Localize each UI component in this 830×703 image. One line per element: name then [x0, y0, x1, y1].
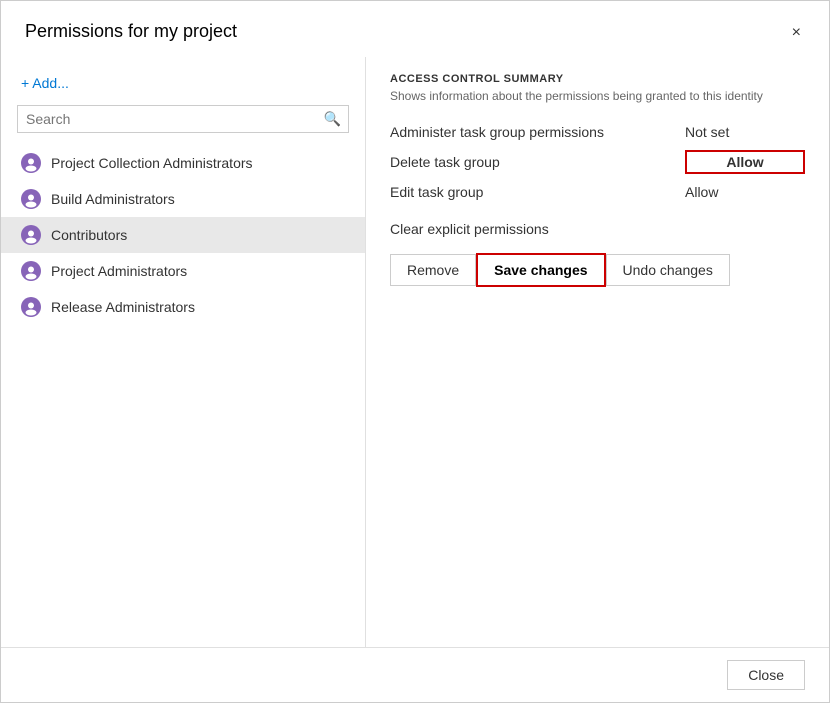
- list-item[interactable]: Project Administrators: [1, 253, 365, 289]
- group-icon: [21, 297, 41, 317]
- permission-row: Administer task group permissions Not se…: [390, 119, 805, 145]
- add-button[interactable]: + Add...: [1, 69, 365, 97]
- footer-close-button[interactable]: Close: [727, 660, 805, 690]
- save-changes-button[interactable]: Save changes: [476, 253, 605, 287]
- dialog-title: Permissions for my project: [25, 21, 237, 42]
- list-item[interactable]: Build Administrators: [1, 181, 365, 217]
- action-buttons: Remove Save changes Undo changes: [390, 253, 805, 287]
- permissions-table: Administer task group permissions Not se…: [390, 119, 805, 205]
- list-item[interactable]: Release Administrators: [1, 289, 365, 325]
- permission-name: Administer task group permissions: [390, 124, 685, 140]
- dialog-header: Permissions for my project ×: [1, 1, 829, 57]
- permissions-dialog: Permissions for my project × + Add... 🔍 …: [0, 0, 830, 703]
- group-icon: [21, 153, 41, 173]
- identity-list: Project Collection Administrators Build …: [1, 145, 365, 325]
- permission-value-highlighted: Allow: [685, 150, 805, 174]
- right-panel: ACCESS CONTROL SUMMARY Shows information…: [366, 57, 829, 647]
- permission-value: Allow: [685, 184, 805, 200]
- search-icon[interactable]: 🔍: [324, 111, 341, 128]
- permission-name: Edit task group: [390, 184, 685, 200]
- identity-label: Build Administrators: [51, 191, 175, 207]
- undo-changes-button[interactable]: Undo changes: [606, 254, 730, 286]
- section-description: Shows information about the permissions …: [390, 89, 805, 103]
- dialog-footer: Close: [1, 647, 829, 702]
- search-input[interactable]: [17, 105, 349, 133]
- permission-name: Delete task group: [390, 154, 685, 170]
- clear-explicit-label: Clear explicit permissions: [390, 221, 805, 237]
- identity-label: Project Collection Administrators: [51, 155, 253, 171]
- group-icon: [21, 261, 41, 281]
- group-icon: [21, 189, 41, 209]
- identity-label: Project Administrators: [51, 263, 187, 279]
- identity-label: Release Administrators: [51, 299, 195, 315]
- left-panel: + Add... 🔍 Project Collection Administra…: [1, 57, 366, 647]
- remove-button[interactable]: Remove: [390, 254, 476, 286]
- search-container: 🔍: [17, 105, 349, 133]
- list-item[interactable]: Project Collection Administrators: [1, 145, 365, 181]
- group-icon: [21, 225, 41, 245]
- identity-label: Contributors: [51, 227, 127, 243]
- close-icon[interactable]: ×: [788, 21, 805, 45]
- permission-row: Edit task group Allow: [390, 179, 805, 205]
- permission-row: Delete task group Allow: [390, 145, 805, 179]
- list-item[interactable]: Contributors: [1, 217, 365, 253]
- dialog-body: + Add... 🔍 Project Collection Administra…: [1, 57, 829, 647]
- section-title: ACCESS CONTROL SUMMARY: [390, 73, 805, 85]
- permission-value: Not set: [685, 124, 805, 140]
